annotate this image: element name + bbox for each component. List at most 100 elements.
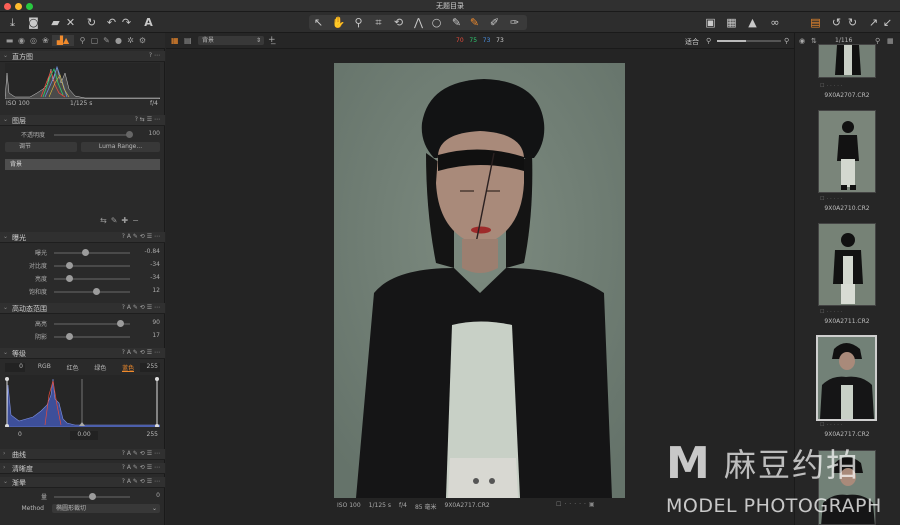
warning-icon[interactable]: ▲ (745, 15, 760, 30)
channel-rgb[interactable]: RGB (38, 363, 51, 372)
exposure-row[interactable]: 亮度 -34 (0, 273, 165, 284)
local-tab-icon[interactable]: ▢ (89, 35, 100, 46)
section-actions[interactable]: ? A ✎ ⟲ ☰ ⋯ (122, 349, 160, 356)
channel-blue[interactable]: 蓝色 (122, 363, 135, 372)
section-actions[interactable]: ? A ✎ ⟲ ☰ ⋯ (122, 450, 160, 457)
exposure-slider[interactable] (54, 275, 130, 282)
thumbnail[interactable] (818, 223, 876, 306)
exposure-slider[interactable] (54, 288, 130, 295)
levels-input-high[interactable]: 255 (140, 363, 160, 372)
levels-out-high[interactable]: 255 (140, 431, 160, 440)
luma-range-button[interactable]: Luma Range... (81, 142, 160, 152)
rating-dots[interactable]: ☐····· (820, 196, 844, 202)
exposure-value[interactable]: 12 (134, 287, 160, 294)
exposure-value[interactable]: -34 (134, 261, 160, 268)
rating-dots[interactable]: ☐····· (820, 83, 844, 89)
thumbnail[interactable] (818, 44, 876, 78)
hdr-slider[interactable] (54, 333, 130, 340)
slider-knob[interactable] (82, 249, 89, 256)
copy-icon[interactable]: ▤ (808, 15, 823, 30)
slider-knob[interactable] (93, 288, 101, 295)
import-icon[interactable]: ⤓ (5, 15, 20, 30)
exposure-tab-icon[interactable]: ▟▲ (52, 35, 74, 46)
redo-icon[interactable]: ↷ (119, 15, 134, 30)
select-tool-icon[interactable]: ↖ (311, 15, 326, 30)
rotate-left-icon[interactable]: ↺ (829, 15, 844, 30)
color-tab-icon[interactable]: ❀ (40, 35, 51, 46)
settings-tab-icon[interactable]: ✲ (125, 35, 136, 46)
layers-header[interactable]: ⌄ 图层 ? ⇆ ☰ ⋯ (0, 115, 165, 126)
layer-tools[interactable]: ⇆✎✚− (100, 216, 143, 225)
crop-tool-icon[interactable]: ⌗ (371, 15, 386, 30)
rotate-tool-icon[interactable]: ⟲ (391, 15, 406, 30)
rotate-right-icon[interactable]: ↻ (845, 15, 860, 30)
slider-knob[interactable] (117, 320, 124, 327)
levels-mid[interactable]: 0.00 (70, 431, 98, 440)
grid-view-icon[interactable]: ▦ (887, 37, 894, 45)
section-actions[interactable]: ? A ✎ ⟲ ☰ ⋯ (122, 233, 160, 240)
layer-select[interactable]: 背景 ⇕ (198, 36, 264, 45)
undo-icon[interactable]: ↶ (104, 15, 119, 30)
zoom-slider[interactable] (717, 40, 781, 42)
expand-icon[interactable]: ↗ (866, 15, 881, 30)
info-tab-icon[interactable]: ● (113, 35, 124, 46)
main-photo[interactable] (334, 63, 625, 498)
delete-icon[interactable]: ✕ (63, 15, 78, 30)
multi-view-icon[interactable]: ▤ (184, 36, 192, 45)
folder-tab-icon[interactable]: ▬ (4, 35, 15, 46)
levels-input-low[interactable]: 0 (5, 363, 25, 372)
vignette-amount-row[interactable]: 量 0 (0, 491, 165, 502)
section-actions[interactable]: ? A ✎ ⟲ ☰ ⋯ (122, 304, 160, 311)
rating-dots[interactable]: ☐····· (820, 422, 844, 428)
brush-tool-icon[interactable]: ✎ (449, 15, 464, 30)
capture-tab-icon[interactable]: ◉ (16, 35, 27, 46)
single-view-icon[interactable]: ▦ (171, 36, 179, 45)
channel-green[interactable]: 绿色 (94, 363, 106, 372)
vignette-amount-slider[interactable] (54, 493, 130, 500)
hdr-slider[interactable] (54, 320, 130, 327)
slider-knob[interactable] (65, 275, 73, 282)
zoom-in-icon[interactable]: ⚲ (784, 37, 789, 45)
levels-out-low[interactable]: 0 (5, 431, 25, 440)
exposure-row[interactable]: 曝光 -0.84 (0, 247, 165, 258)
hdr-row[interactable]: 阴影 17 (0, 331, 165, 342)
section-actions[interactable]: ? A ✎ ⟲ ☰ ⋯ (122, 464, 160, 471)
sort-icon[interactable]: ⇅ (811, 37, 817, 45)
keystone-tool-icon[interactable]: ⋀ (411, 15, 426, 30)
exposure-header[interactable]: ⌄ 曝光 ? A ✎ ⟲ ☰ ⋯ (0, 232, 165, 243)
section-actions[interactable]: ? ⋯ (149, 52, 160, 59)
export-icon[interactable]: ▰ (48, 15, 63, 30)
exposure-row[interactable]: 饱和度 12 (0, 286, 165, 297)
levels-header[interactable]: ⌄ 等级 ? A ✎ ⟲ ☰ ⋯ (0, 348, 165, 359)
grid-icon[interactable]: ▦ (724, 15, 739, 30)
hdr-value[interactable]: 17 (134, 332, 160, 339)
thumbnail-selected[interactable] (816, 335, 877, 421)
exposure-row[interactable]: 对比度 -34 (0, 260, 165, 271)
vignette-method-select[interactable]: 椭圆形裁切 ⌄ (52, 504, 160, 513)
slider-knob[interactable] (126, 131, 133, 138)
text-icon[interactable]: A (141, 15, 156, 30)
hdr-header[interactable]: ⌄ 高动态范围 ? A ✎ ⟲ ☰ ⋯ (0, 303, 165, 314)
thumbnail[interactable] (818, 110, 876, 193)
collapse-icon[interactable]: ↙ (880, 15, 895, 30)
vignette-header[interactable]: ⌄ 渐晕 ? A ✎ ⟲ ☰ ⋯ (0, 477, 165, 488)
opacity-slider[interactable] (54, 131, 133, 138)
exposure-value[interactable]: -34 (134, 274, 160, 281)
pan-tool-icon[interactable]: ✋ (331, 15, 346, 30)
meta-tab-icon[interactable]: ✎ (101, 35, 112, 46)
clarity-header[interactable]: › 清晰度 ? A ✎ ⟲ ☰ ⋯ (0, 463, 165, 474)
eraser-tool-icon[interactable]: ✐ (487, 15, 502, 30)
hdr-value[interactable]: 90 (134, 319, 160, 326)
batch-tab-icon[interactable]: ⚙ (137, 35, 148, 46)
lens-tab-icon[interactable]: ◎ (28, 35, 39, 46)
glasses-icon[interactable]: ∞ (766, 15, 784, 30)
adjust-select[interactable]: 调节 (5, 142, 77, 152)
opacity-value[interactable]: 100 (134, 130, 160, 137)
layer-item-background[interactable]: 背景 (5, 159, 160, 170)
exposure-slider[interactable] (54, 249, 130, 256)
slider-knob[interactable] (65, 262, 73, 269)
levels-chart[interactable] (5, 375, 160, 427)
camera-icon[interactable]: ◙ (26, 15, 41, 30)
exposure-slider[interactable] (54, 262, 130, 269)
add-picker-icon[interactable]: +̲ (268, 35, 276, 45)
